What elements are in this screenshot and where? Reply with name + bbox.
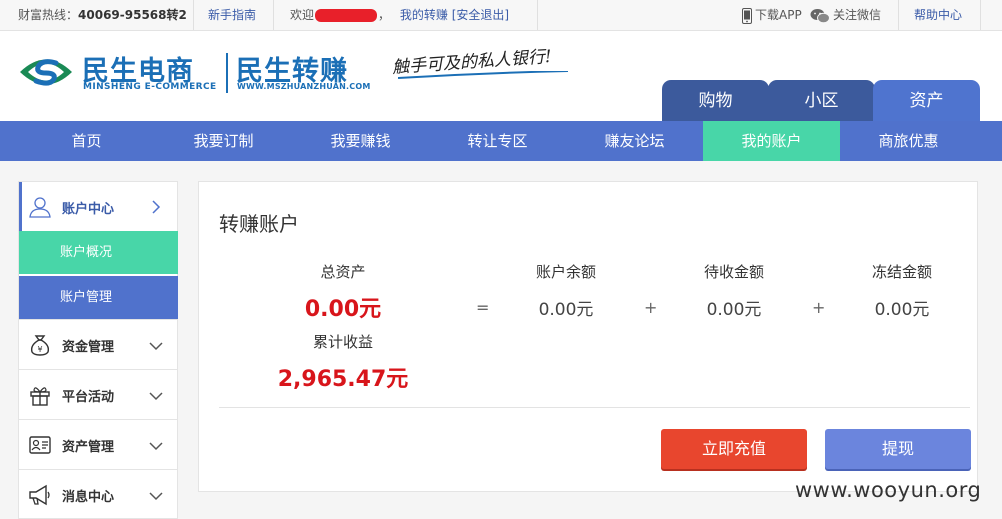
account-panel: 转赚账户 总资产 0.00元 = 账户余额 0.00元 + 待收金额 0.00元… — [198, 181, 978, 492]
pending-value: 0.00元 — [706, 300, 762, 320]
hotline-number: 40069-95568转2 — [78, 8, 187, 22]
chevron-down-icon — [149, 392, 163, 401]
mobile-phone-icon — [742, 7, 752, 24]
download-app-link[interactable]: 下载APP — [742, 0, 802, 30]
chevron-down-icon — [149, 492, 163, 501]
follow-wechat-link[interactable]: 关注微信 — [810, 0, 881, 30]
sidebar-item-messages[interactable]: 消息中心 — [19, 469, 177, 519]
bracket-close: ] — [504, 8, 510, 22]
welcome-suffix: ， — [378, 8, 391, 22]
watermark: www.wooyun.org — [795, 478, 982, 502]
user-icon — [29, 197, 51, 218]
site-header: 民生电商 MINSHENG E-COMMERCE 民生转赚 WWW.MSZHUA… — [0, 31, 1002, 121]
pending-block: 待收金额 0.00元 — [654, 261, 814, 320]
total-assets-block: 总资产 0.00元 — [263, 261, 423, 323]
frozen-label: 冻结金额 — [871, 263, 932, 281]
minsheng-logo-icon[interactable] — [16, 49, 76, 95]
chevron-down-icon — [149, 342, 163, 351]
main-nav: 首页 我要订制 我要赚钱 转让专区 赚友论坛 我的账户 商旅优惠 — [0, 121, 1002, 161]
id-card-icon — [29, 436, 51, 454]
my-zhuanzhuan-link[interactable]: 我的转赚 — [400, 8, 448, 22]
chevron-down-icon — [149, 442, 163, 451]
nav-home[interactable]: 首页 — [18, 121, 155, 161]
chevron-right-icon — [152, 200, 161, 214]
slogan-swoosh — [398, 71, 568, 79]
sidebar-sub-account-overview[interactable]: 账户概况 — [19, 231, 178, 274]
top-divider — [898, 0, 899, 30]
nav-earn[interactable]: 我要赚钱 — [292, 121, 429, 161]
sidebar: 账户中心 账户概况 账户管理 ¥ 资金管理 平台活动 资产管理 消息中心 — [18, 181, 178, 519]
total-assets-label: 总资产 — [320, 263, 366, 281]
brand-divider — [226, 53, 228, 93]
nav-customize[interactable]: 我要订制 — [155, 121, 292, 161]
panel-title: 转赚账户 — [219, 212, 299, 236]
total-assets-value: 0.00元 — [304, 297, 382, 322]
svg-text:¥: ¥ — [37, 345, 42, 354]
nav-my-account[interactable]: 我的账户 — [703, 121, 840, 161]
hotline-label: 财富热线： — [18, 8, 79, 22]
hotline: 财富热线：40069-95568转2 — [18, 0, 187, 30]
nav-forum[interactable]: 赚友论坛 — [566, 121, 703, 161]
top-divider — [537, 0, 538, 30]
sidebar-item-label: 平台活动 — [62, 390, 115, 405]
sidebar-item-activities[interactable]: 平台活动 — [19, 369, 177, 419]
download-app-label: 下载APP — [755, 8, 802, 22]
megaphone-icon — [29, 484, 50, 506]
redacted-username — [315, 9, 378, 22]
brand-zhuanzhuan-url: WWW.MSZHUANZHUAN.COM — [237, 82, 371, 91]
cumulative-income-value: 2,965.47元 — [277, 367, 409, 392]
top-bar: 财富热线：40069-95568转2 新手指南 欢迎， 我的转赚 [安全退出] … — [0, 0, 1002, 31]
frozen-block: 冻结金额 0.00元 — [822, 261, 982, 320]
brand-minsheng-ecommerce-en: MINSHENG E-COMMERCE — [83, 82, 217, 92]
balance-label: 账户余额 — [535, 263, 596, 281]
sidebar-item-account-center[interactable]: 账户中心 — [19, 182, 177, 231]
sidebar-item-funds[interactable]: ¥ 资金管理 — [19, 319, 177, 369]
sidebar-item-label: 账户中心 — [62, 202, 115, 217]
guide-link[interactable]: 新手指南 — [208, 8, 256, 22]
logout-link[interactable]: 安全退出 — [456, 8, 504, 22]
top-divider — [193, 0, 194, 30]
balance-block: 账户余额 0.00元 — [486, 261, 646, 320]
sidebar-sub-account-management[interactable]: 账户管理 — [19, 276, 178, 319]
tab-shopping[interactable]: 购物 — [662, 80, 769, 121]
sidebar-item-asset-management[interactable]: 资产管理 — [19, 419, 177, 469]
wechat-icon — [810, 8, 830, 23]
withdraw-button[interactable]: 提现 — [825, 429, 971, 469]
tab-community[interactable]: 小区 — [768, 80, 875, 121]
tab-assets[interactable]: 资产 — [873, 80, 980, 121]
welcome-area: 欢迎， 我的转赚 [安全退出] — [290, 0, 509, 30]
sidebar-item-label: 消息中心 — [62, 490, 115, 505]
nav-transfer-zone[interactable]: 转让专区 — [429, 121, 566, 161]
nav-travel-offers[interactable]: 商旅优惠 — [840, 121, 977, 161]
money-bag-icon: ¥ — [30, 335, 50, 356]
frozen-value: 0.00元 — [874, 300, 930, 320]
welcome-text: 欢迎 — [290, 8, 315, 22]
help-center-link[interactable]: 帮助中心 — [914, 8, 962, 22]
panel-divider — [219, 407, 970, 408]
sidebar-item-label: 资产管理 — [62, 440, 115, 455]
cumulative-income-block: 累计收益 2,965.47元 — [263, 331, 423, 393]
balance-value: 0.00元 — [538, 300, 594, 320]
pending-label: 待收金额 — [703, 263, 764, 281]
recharge-button[interactable]: 立即充值 — [661, 429, 807, 469]
top-divider — [273, 0, 274, 30]
gift-icon — [30, 387, 50, 406]
follow-wechat-label: 关注微信 — [833, 8, 882, 22]
top-divider — [980, 0, 981, 30]
sidebar-item-label: 资金管理 — [62, 340, 115, 355]
cumulative-income-label: 累计收益 — [312, 333, 373, 351]
